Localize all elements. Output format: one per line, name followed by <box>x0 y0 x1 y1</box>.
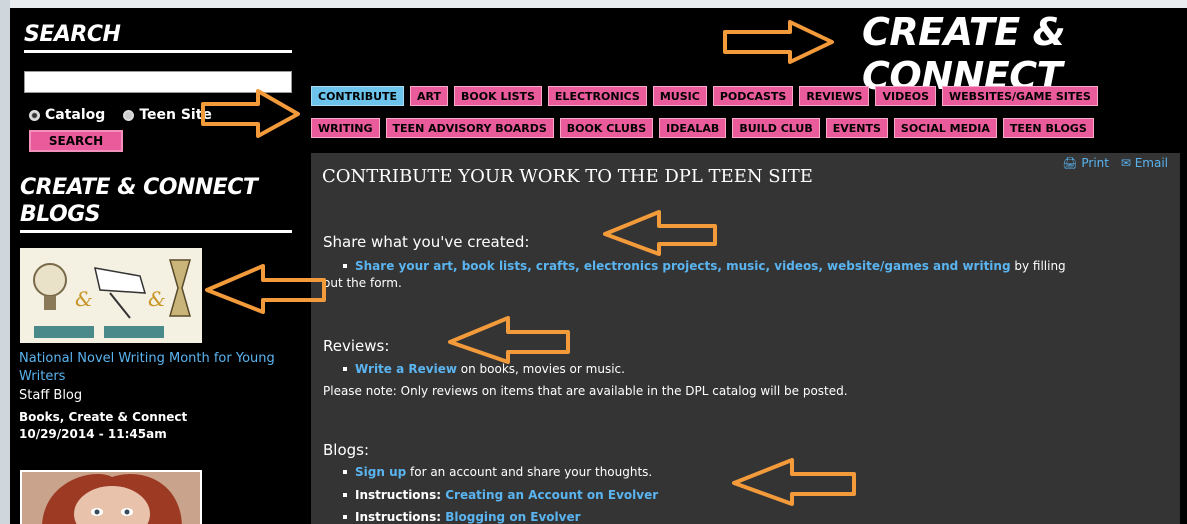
tab-build-club[interactable]: BUILD CLUB <box>732 118 820 138</box>
bullet <box>343 492 347 497</box>
tab-social-media[interactable]: SOCIAL MEDIA <box>893 118 997 138</box>
bullet <box>343 366 347 371</box>
email-link[interactable]: ✉ Email <box>1121 156 1168 170</box>
blog-title-link[interactable]: National Novel Writing Month for Young W… <box>19 350 304 386</box>
email-label: Email <box>1134 156 1168 170</box>
blog-categories[interactable]: Books, Create & Connect <box>19 410 187 424</box>
window-left-edge <box>0 0 10 524</box>
arrow-left-icon <box>448 316 570 364</box>
reviews-heading: Reviews: <box>323 337 390 355</box>
svg-text:&: & <box>148 287 166 311</box>
write-review-link[interactable]: Write a Review <box>355 362 457 376</box>
blog-type: Staff Blog <box>19 388 83 403</box>
tab-contribute[interactable]: CONTRIBUTE <box>311 86 405 106</box>
instructions-label: Instructions: <box>355 488 446 502</box>
page-tools: 🖨 Print ✉ Email <box>1054 156 1168 170</box>
page-header-title: CREATE & CONNECT <box>862 10 1066 98</box>
category-tabs: CONTRIBUTE ART BOOK LISTS ELECTRONICS MU… <box>311 86 1171 150</box>
catalog-radio[interactable] <box>29 109 40 121</box>
tab-writing[interactable]: WRITING <box>311 118 380 138</box>
svg-text:&: & <box>75 287 93 311</box>
window-top-edge <box>0 0 1187 8</box>
instructions-item-2: Instructions: Blogging on Evolver <box>323 509 1163 524</box>
arrow-right-icon <box>201 89 300 138</box>
teen-site-radio[interactable] <box>123 109 135 121</box>
instructions-label: Instructions: <box>355 510 446 524</box>
print-label: Print <box>1081 156 1109 170</box>
tab-music[interactable]: MUSIC <box>652 86 707 106</box>
tab-row-1: CONTRIBUTE ART BOOK LISTS ELECTRONICS MU… <box>311 86 1171 106</box>
tab-reviews[interactable]: REVIEWS <box>799 86 870 106</box>
blogs-section-heading: Blogs: <box>323 441 370 459</box>
tab-book-clubs[interactable]: BOOK CLUBS <box>559 118 654 138</box>
search-button[interactable]: SEARCH <box>29 130 123 152</box>
tab-videos[interactable]: VIDEOS <box>875 86 937 106</box>
share-suffix: by filling <box>1010 259 1066 273</box>
catalog-radio-label: Catalog <box>45 107 106 123</box>
tab-art[interactable]: ART <box>410 86 449 106</box>
tab-teen-advisory-boards[interactable]: TEEN ADVISORY BOARDS <box>385 118 554 138</box>
blogs-heading-rule <box>20 230 292 233</box>
bullet <box>343 469 347 474</box>
share-link[interactable]: Share your art, book lists, crafts, elec… <box>355 259 1011 273</box>
tab-events[interactable]: EVENTS <box>825 118 888 138</box>
tab-electronics[interactable]: ELECTRONICS <box>547 86 647 106</box>
blogs-heading: CREATE & CONNECT BLOGS <box>20 175 258 227</box>
arrow-right-icon <box>723 20 834 64</box>
blogging-link[interactable]: Blogging on Evolver <box>445 510 580 524</box>
arrow-left-icon <box>732 458 856 506</box>
tab-book-lists[interactable]: BOOK LISTS <box>454 86 542 106</box>
search-heading-rule <box>24 50 292 53</box>
share-heading: Share what you've created: <box>323 233 530 251</box>
tab-teen-blogs[interactable]: TEEN BLOGS <box>1002 118 1094 138</box>
blog-thumbnail[interactable]: & & <box>20 248 202 343</box>
tab-row-2: WRITING TEEN ADVISORY BOARDS BOOK CLUBS … <box>311 118 1171 138</box>
review-suffix: on books, movies or music. <box>456 362 625 376</box>
blog-date: 10/29/2014 - 11:45am <box>19 427 167 441</box>
arrow-left-icon <box>603 210 717 256</box>
arrow-left-icon <box>205 264 326 314</box>
tab-podcasts[interactable]: PODCASTS <box>712 86 794 106</box>
share-line2: out the form. <box>323 276 402 290</box>
signup-suffix: for an account and share your thoughts. <box>406 465 653 479</box>
tab-websites-game-sites[interactable]: WEBSITES/GAME SITES <box>942 86 1098 106</box>
page-title: CONTRIBUTE YOUR WORK TO THE DPL TEEN SIT… <box>322 166 813 187</box>
print-link[interactable]: 🖨 Print <box>1062 156 1109 170</box>
blogger-avatar[interactable] <box>20 470 202 524</box>
bullet <box>343 514 347 519</box>
creating-account-link[interactable]: Creating an Account on Evolver <box>445 488 658 502</box>
share-item: Share your art, book lists, crafts, elec… <box>323 258 1163 292</box>
review-note: Please note: Only reviews on items that … <box>323 384 848 398</box>
signup-link[interactable]: Sign up <box>355 465 406 479</box>
tab-idealab[interactable]: IDEALAB <box>659 118 727 138</box>
search-heading: SEARCH <box>24 22 121 47</box>
bullet <box>343 263 347 268</box>
